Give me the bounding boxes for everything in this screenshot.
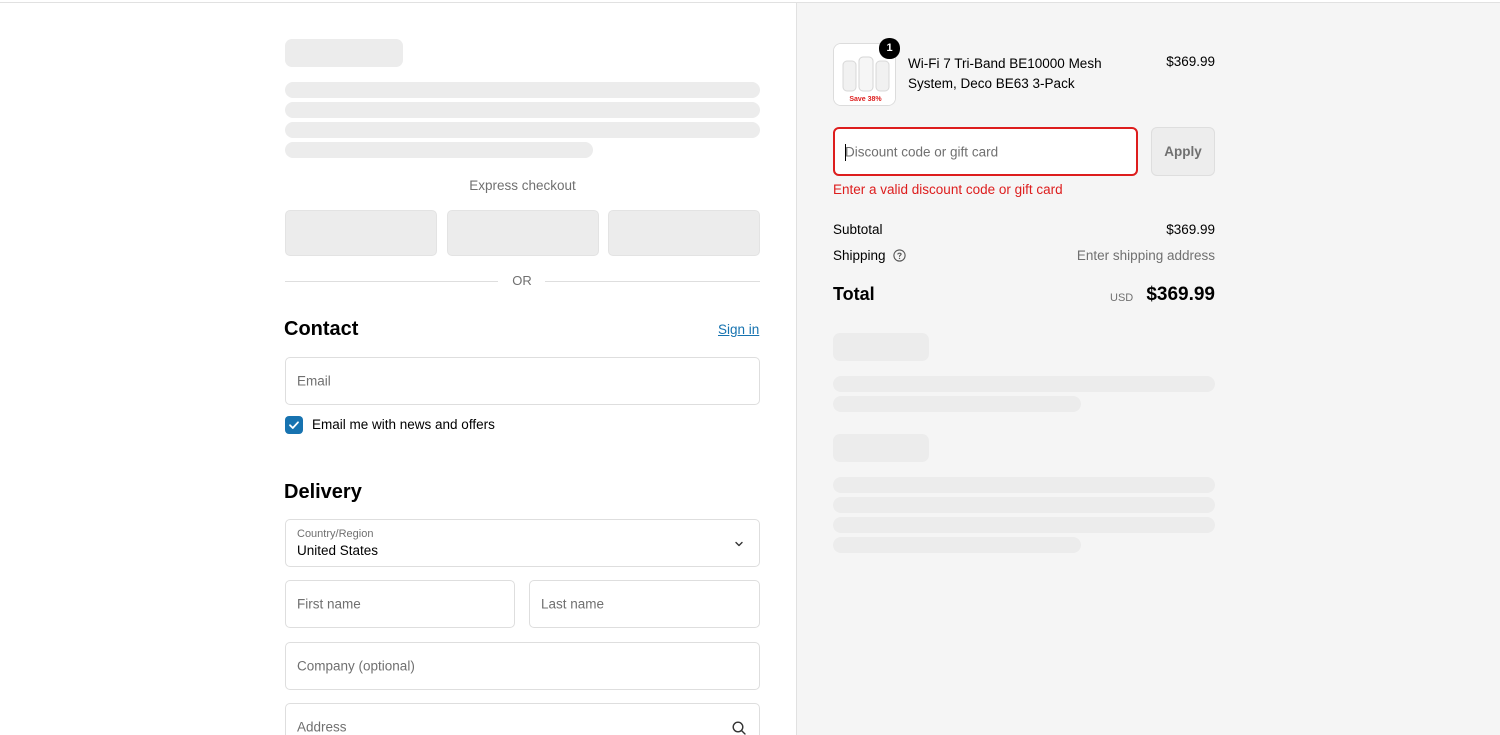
country-select[interactable]: Country/Region United States xyxy=(285,519,760,567)
newsletter-checkbox[interactable] xyxy=(285,416,303,434)
discount-error-message: Enter a valid discount code or gift card xyxy=(833,182,1063,197)
subtotal-value: $369.99 xyxy=(1166,222,1215,237)
skeleton-line xyxy=(833,517,1215,533)
product-name: Wi-Fi 7 Tri-Band BE10000 Mesh System, De… xyxy=(908,56,1102,91)
help-circle-icon[interactable] xyxy=(893,249,906,262)
apply-discount-button[interactable]: Apply xyxy=(1151,127,1215,176)
discount-placeholder: Discount code or gift card xyxy=(845,144,999,159)
shipping-row-label: Shipping xyxy=(833,248,906,263)
first-name-placeholder: First name xyxy=(297,596,361,612)
skeleton-line xyxy=(833,537,1081,553)
express-pay-button-placeholder[interactable] xyxy=(608,210,760,256)
express-checkout-label: Express checkout xyxy=(469,178,576,193)
country-label: Country/Region xyxy=(297,528,374,540)
last-name-field[interactable]: Last name xyxy=(529,580,760,628)
skeleton-line xyxy=(833,376,1215,392)
total-currency: USD xyxy=(1110,292,1134,304)
shipping-value: Enter shipping address xyxy=(1076,248,1215,263)
total-value: $369.99 xyxy=(1146,284,1215,305)
discount-code-input[interactable]: Discount code or gift card xyxy=(833,127,1138,176)
skeleton-line xyxy=(833,497,1215,513)
check-icon xyxy=(289,421,299,429)
skeleton-logo xyxy=(285,39,403,67)
email-field[interactable]: Email xyxy=(285,357,760,405)
or-divider-label: OR xyxy=(512,273,532,288)
newsletter-label: Email me with news and offers xyxy=(312,417,495,432)
subtotal-label: Subtotal xyxy=(833,222,883,237)
shipping-label: Shipping xyxy=(833,248,886,263)
skeleton-line xyxy=(285,122,760,138)
first-name-field[interactable]: First name xyxy=(285,580,515,628)
or-divider-right xyxy=(545,281,760,282)
product-price: $369.99 xyxy=(1166,54,1215,69)
address-field[interactable]: Address xyxy=(285,703,760,735)
product-thumb-badge: Save 38% xyxy=(849,96,882,103)
company-field[interactable]: Company (optional) xyxy=(285,642,760,690)
skeleton-heading xyxy=(833,333,929,361)
company-placeholder: Company (optional) xyxy=(297,658,415,674)
country-value: United States xyxy=(297,543,379,558)
skeleton-heading xyxy=(833,434,929,462)
email-placeholder: Email xyxy=(297,373,331,389)
skeleton-line xyxy=(285,142,593,158)
address-placeholder: Address xyxy=(297,719,347,735)
search-icon xyxy=(732,721,746,735)
contact-heading: Contact xyxy=(284,318,359,340)
skeleton-line xyxy=(285,102,760,118)
skeleton-line xyxy=(285,82,760,98)
or-divider-left xyxy=(285,281,498,282)
order-summary-panel xyxy=(796,3,1500,735)
skeleton-line xyxy=(833,477,1215,493)
total-label: Total xyxy=(833,284,875,304)
sign-in-link[interactable]: Sign in xyxy=(718,322,759,337)
quantity-badge: 1 xyxy=(879,38,900,59)
delivery-heading: Delivery xyxy=(284,481,362,503)
chevron-down-icon xyxy=(735,541,743,547)
last-name-placeholder: Last name xyxy=(541,596,605,612)
express-pay-button-placeholder[interactable] xyxy=(447,210,599,256)
express-pay-button-placeholder[interactable] xyxy=(285,210,437,256)
skeleton-line xyxy=(833,396,1081,412)
